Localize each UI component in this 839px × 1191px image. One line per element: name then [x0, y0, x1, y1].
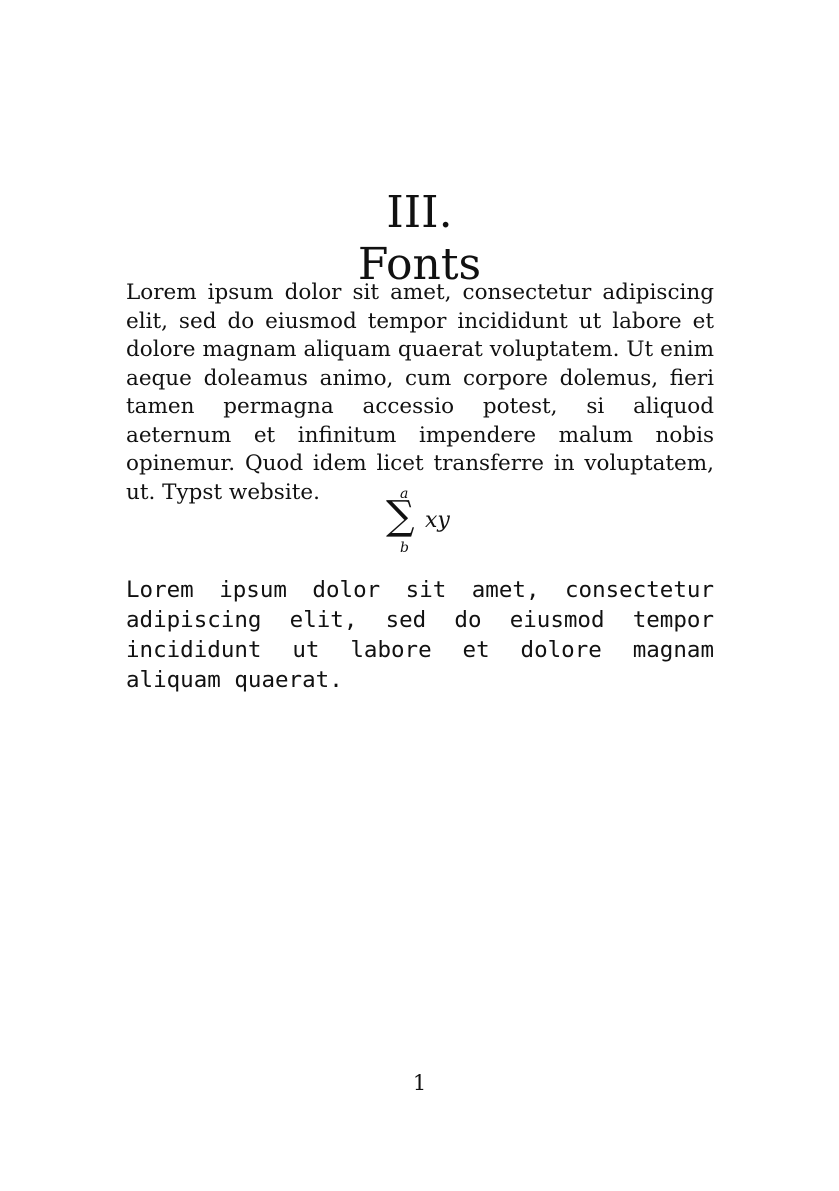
sum-equation: a ∑ b xy [372, 486, 472, 558]
section-number: III. [386, 187, 453, 239]
section-heading: III. Fonts [0, 187, 839, 291]
sum-operator: ∑ [386, 493, 415, 539]
monospace-paragraph: Lorem ipsum dolor sit amet, consectetur … [126, 577, 714, 693]
sum-body: xy [425, 508, 450, 533]
document-page: III. Fonts Lorem ipsum dolor sit amet, c… [0, 0, 839, 1191]
page-number: 1 [412, 1071, 427, 1095]
sum-lower-limit: b [400, 540, 409, 556]
serif-paragraph: Lorem ipsum dolor sit amet, consectetur … [126, 280, 714, 505]
